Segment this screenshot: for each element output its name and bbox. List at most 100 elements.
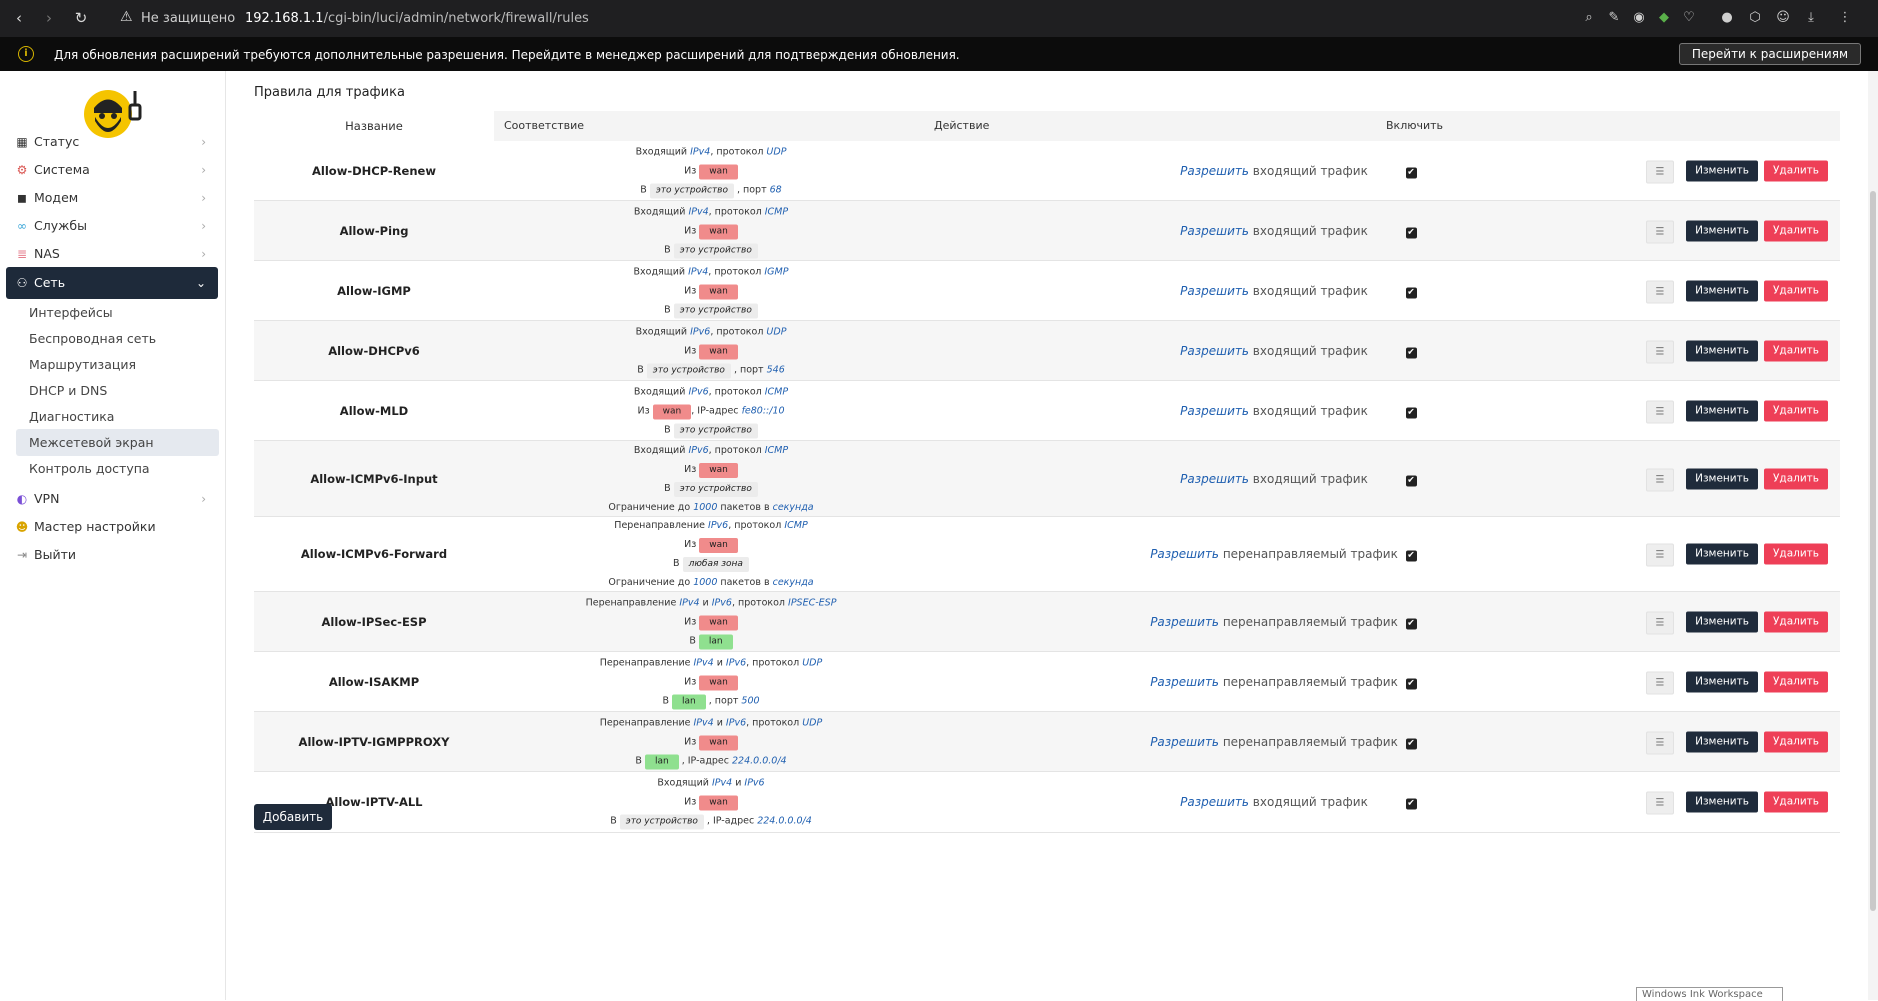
rule-action: Разрешить входящий трафик <box>874 795 1674 809</box>
delete-button[interactable]: Удалить <box>1764 340 1828 361</box>
match-text: , порт <box>733 184 770 195</box>
match-line: Входящий IPv6, протокол ICMP <box>554 441 868 460</box>
reload-icon[interactable]: ↻ <box>72 9 90 27</box>
drag-handle-icon[interactable]: ☰ <box>1646 280 1674 303</box>
sidebar-item-network[interactable]: ⚇ Сеть ⌄ <box>6 267 218 299</box>
delete-button[interactable]: Удалить <box>1764 543 1828 565</box>
submenu-interfaces[interactable]: Интерфейсы <box>16 299 219 326</box>
add-button[interactable]: Добавить <box>254 804 332 830</box>
match-text: IPv6 <box>688 444 709 456</box>
drag-handle-icon[interactable]: ☰ <box>1646 791 1674 815</box>
edit-button[interactable]: Изменить <box>1686 340 1758 361</box>
table-row: Allow-MLD Входящий IPv6, протокол ICMP Из … <box>254 381 1840 441</box>
edit-button[interactable]: Изменить <box>1686 400 1758 421</box>
enable-checkbox[interactable]: ✔ <box>1405 475 1417 486</box>
zone-badge-wan: wan <box>699 284 738 299</box>
enable-checkbox[interactable]: ✔ <box>1405 798 1417 810</box>
delete-button[interactable]: Удалить <box>1764 160 1828 181</box>
enable-checkbox[interactable]: ✔ <box>1405 618 1417 629</box>
enable-checkbox[interactable]: ✔ <box>1405 167 1417 178</box>
edit-button[interactable]: Изменить <box>1686 160 1758 181</box>
drag-handle-icon[interactable]: ☰ <box>1646 160 1674 183</box>
cube-icon[interactable]: ⬡ <box>1746 9 1764 27</box>
row-actions: ☰ Изменить Удалить <box>1646 611 1830 634</box>
delete-button[interactable]: Удалить <box>1764 791 1828 813</box>
edit-icon[interactable]: ✎ <box>1605 9 1623 27</box>
delete-button[interactable]: Удалить <box>1764 280 1828 301</box>
go-to-extensions-button[interactable]: Перейти к расширениям <box>1678 43 1861 65</box>
not-secure-label[interactable]: Не защищено <box>141 11 235 26</box>
enable-checkbox[interactable]: ✔ <box>1405 550 1417 562</box>
edit-button[interactable]: Изменить <box>1686 543 1758 565</box>
drag-handle-icon[interactable]: ☰ <box>1646 543 1674 567</box>
delete-button[interactable]: Удалить <box>1764 220 1828 241</box>
sidebar-item-services[interactable]: ∞ Службы › <box>6 211 218 241</box>
sidebar-item-system[interactable]: ⚙ Система › <box>6 155 218 185</box>
enable-checkbox[interactable]: ✔ <box>1405 407 1417 418</box>
drag-handle-icon[interactable]: ☰ <box>1646 220 1674 243</box>
enable-checkbox[interactable]: ✔ <box>1405 738 1417 749</box>
menu-icon[interactable]: ⋮ <box>1836 9 1854 27</box>
drag-handle-icon[interactable]: ☰ <box>1646 340 1674 363</box>
drag-handle-icon[interactable]: ☰ <box>1646 671 1674 694</box>
match-line: Из wan <box>554 221 868 240</box>
drag-handle-icon[interactable]: ☰ <box>1646 731 1674 754</box>
delete-button[interactable]: Удалить <box>1764 731 1828 752</box>
action-verb: Разрешить <box>1150 547 1219 561</box>
back-icon[interactable]: ‹ <box>10 9 28 27</box>
sidebar-item-modem[interactable]: ◼ Модем › <box>6 183 218 213</box>
drag-handle-icon[interactable]: ☰ <box>1646 611 1674 634</box>
extension-icon[interactable]: ● <box>1718 9 1736 27</box>
match-text: Из <box>684 165 700 176</box>
submenu-dhcp-dns[interactable]: DHCP и DNS <box>16 377 219 404</box>
edit-button[interactable]: Изменить <box>1686 611 1758 632</box>
enable-checkbox[interactable]: ✔ <box>1405 347 1417 358</box>
delete-button[interactable]: Удалить <box>1764 611 1828 632</box>
heart-icon[interactable]: ♡ <box>1680 9 1698 27</box>
warning-icon: ⚠ <box>120 9 133 25</box>
profile-icon[interactable]: ☺ <box>1774 9 1792 27</box>
edit-button[interactable]: Изменить <box>1686 220 1758 241</box>
rule-action: Разрешить входящий трафик <box>874 472 1674 486</box>
address-bar[interactable]: 192.168.1.1/cgi-bin/luci/admin/network/f… <box>245 11 589 26</box>
edit-button[interactable]: Изменить <box>1686 280 1758 301</box>
shield-icon[interactable]: ◆ <box>1655 9 1673 27</box>
zoom-icon[interactable]: ⌕ <box>1580 9 1598 27</box>
submenu-access-control[interactable]: Контроль доступа <box>16 455 219 482</box>
sidebar-item-nas[interactable]: ≣ NAS › <box>6 239 218 269</box>
table-row: Allow-Ping Входящий IPv4, протокол ICMP Из… <box>254 201 1840 261</box>
delete-button[interactable]: Удалить <box>1764 671 1828 692</box>
delete-button[interactable]: Удалить <box>1764 400 1828 421</box>
match-line: Входящий IPv4, протокол ICMP <box>554 202 868 221</box>
sidebar-item-wizard[interactable]: ☻ Мастер настройки <box>6 512 218 542</box>
match-line: Перенаправление IPv4 и IPv6, протокол IP… <box>554 593 868 612</box>
edit-button[interactable]: Изменить <box>1686 791 1758 813</box>
edit-button[interactable]: Изменить <box>1686 731 1758 752</box>
submenu-firewall[interactable]: Межсетевой экран <box>16 429 219 456</box>
submenu-diagnostics[interactable]: Диагностика <box>16 403 219 430</box>
submenu-wireless[interactable]: Беспроводная сеть <box>16 325 219 352</box>
scrollbar-thumb[interactable] <box>1870 191 1876 911</box>
download-icon[interactable]: ⤓ <box>1802 9 1820 27</box>
drag-handle-icon[interactable]: ☰ <box>1646 468 1674 491</box>
enable-checkbox[interactable]: ✔ <box>1405 287 1417 298</box>
match-text: Из <box>684 616 700 627</box>
drag-handle-icon[interactable]: ☰ <box>1646 400 1674 423</box>
edit-button[interactable]: Изменить <box>1686 671 1758 692</box>
match-text: , протокол <box>746 717 803 728</box>
submenu-routing[interactable]: Маршрутизация <box>16 351 219 378</box>
camera-icon[interactable]: ◉ <box>1630 9 1648 27</box>
delete-button[interactable]: Удалить <box>1764 468 1828 489</box>
enable-checkbox[interactable]: ✔ <box>1405 227 1417 238</box>
edit-button[interactable]: Изменить <box>1686 468 1758 489</box>
enable-checkbox[interactable]: ✔ <box>1405 678 1417 689</box>
match-line: В это устройство <box>554 240 868 259</box>
sidebar-item-logout[interactable]: ⇥ Выйти <box>6 540 218 570</box>
forward-icon[interactable]: › <box>40 9 58 27</box>
row-actions: ☰ Изменить Удалить <box>1646 671 1830 694</box>
sidebar-item-vpn[interactable]: ◐ VPN › <box>6 484 218 514</box>
match-text: В <box>664 482 674 494</box>
match-text: IPv6 <box>688 386 709 397</box>
scrollbar[interactable] <box>1868 71 1878 1000</box>
sidebar-item-status[interactable]: ▦ Статус › <box>6 127 218 157</box>
